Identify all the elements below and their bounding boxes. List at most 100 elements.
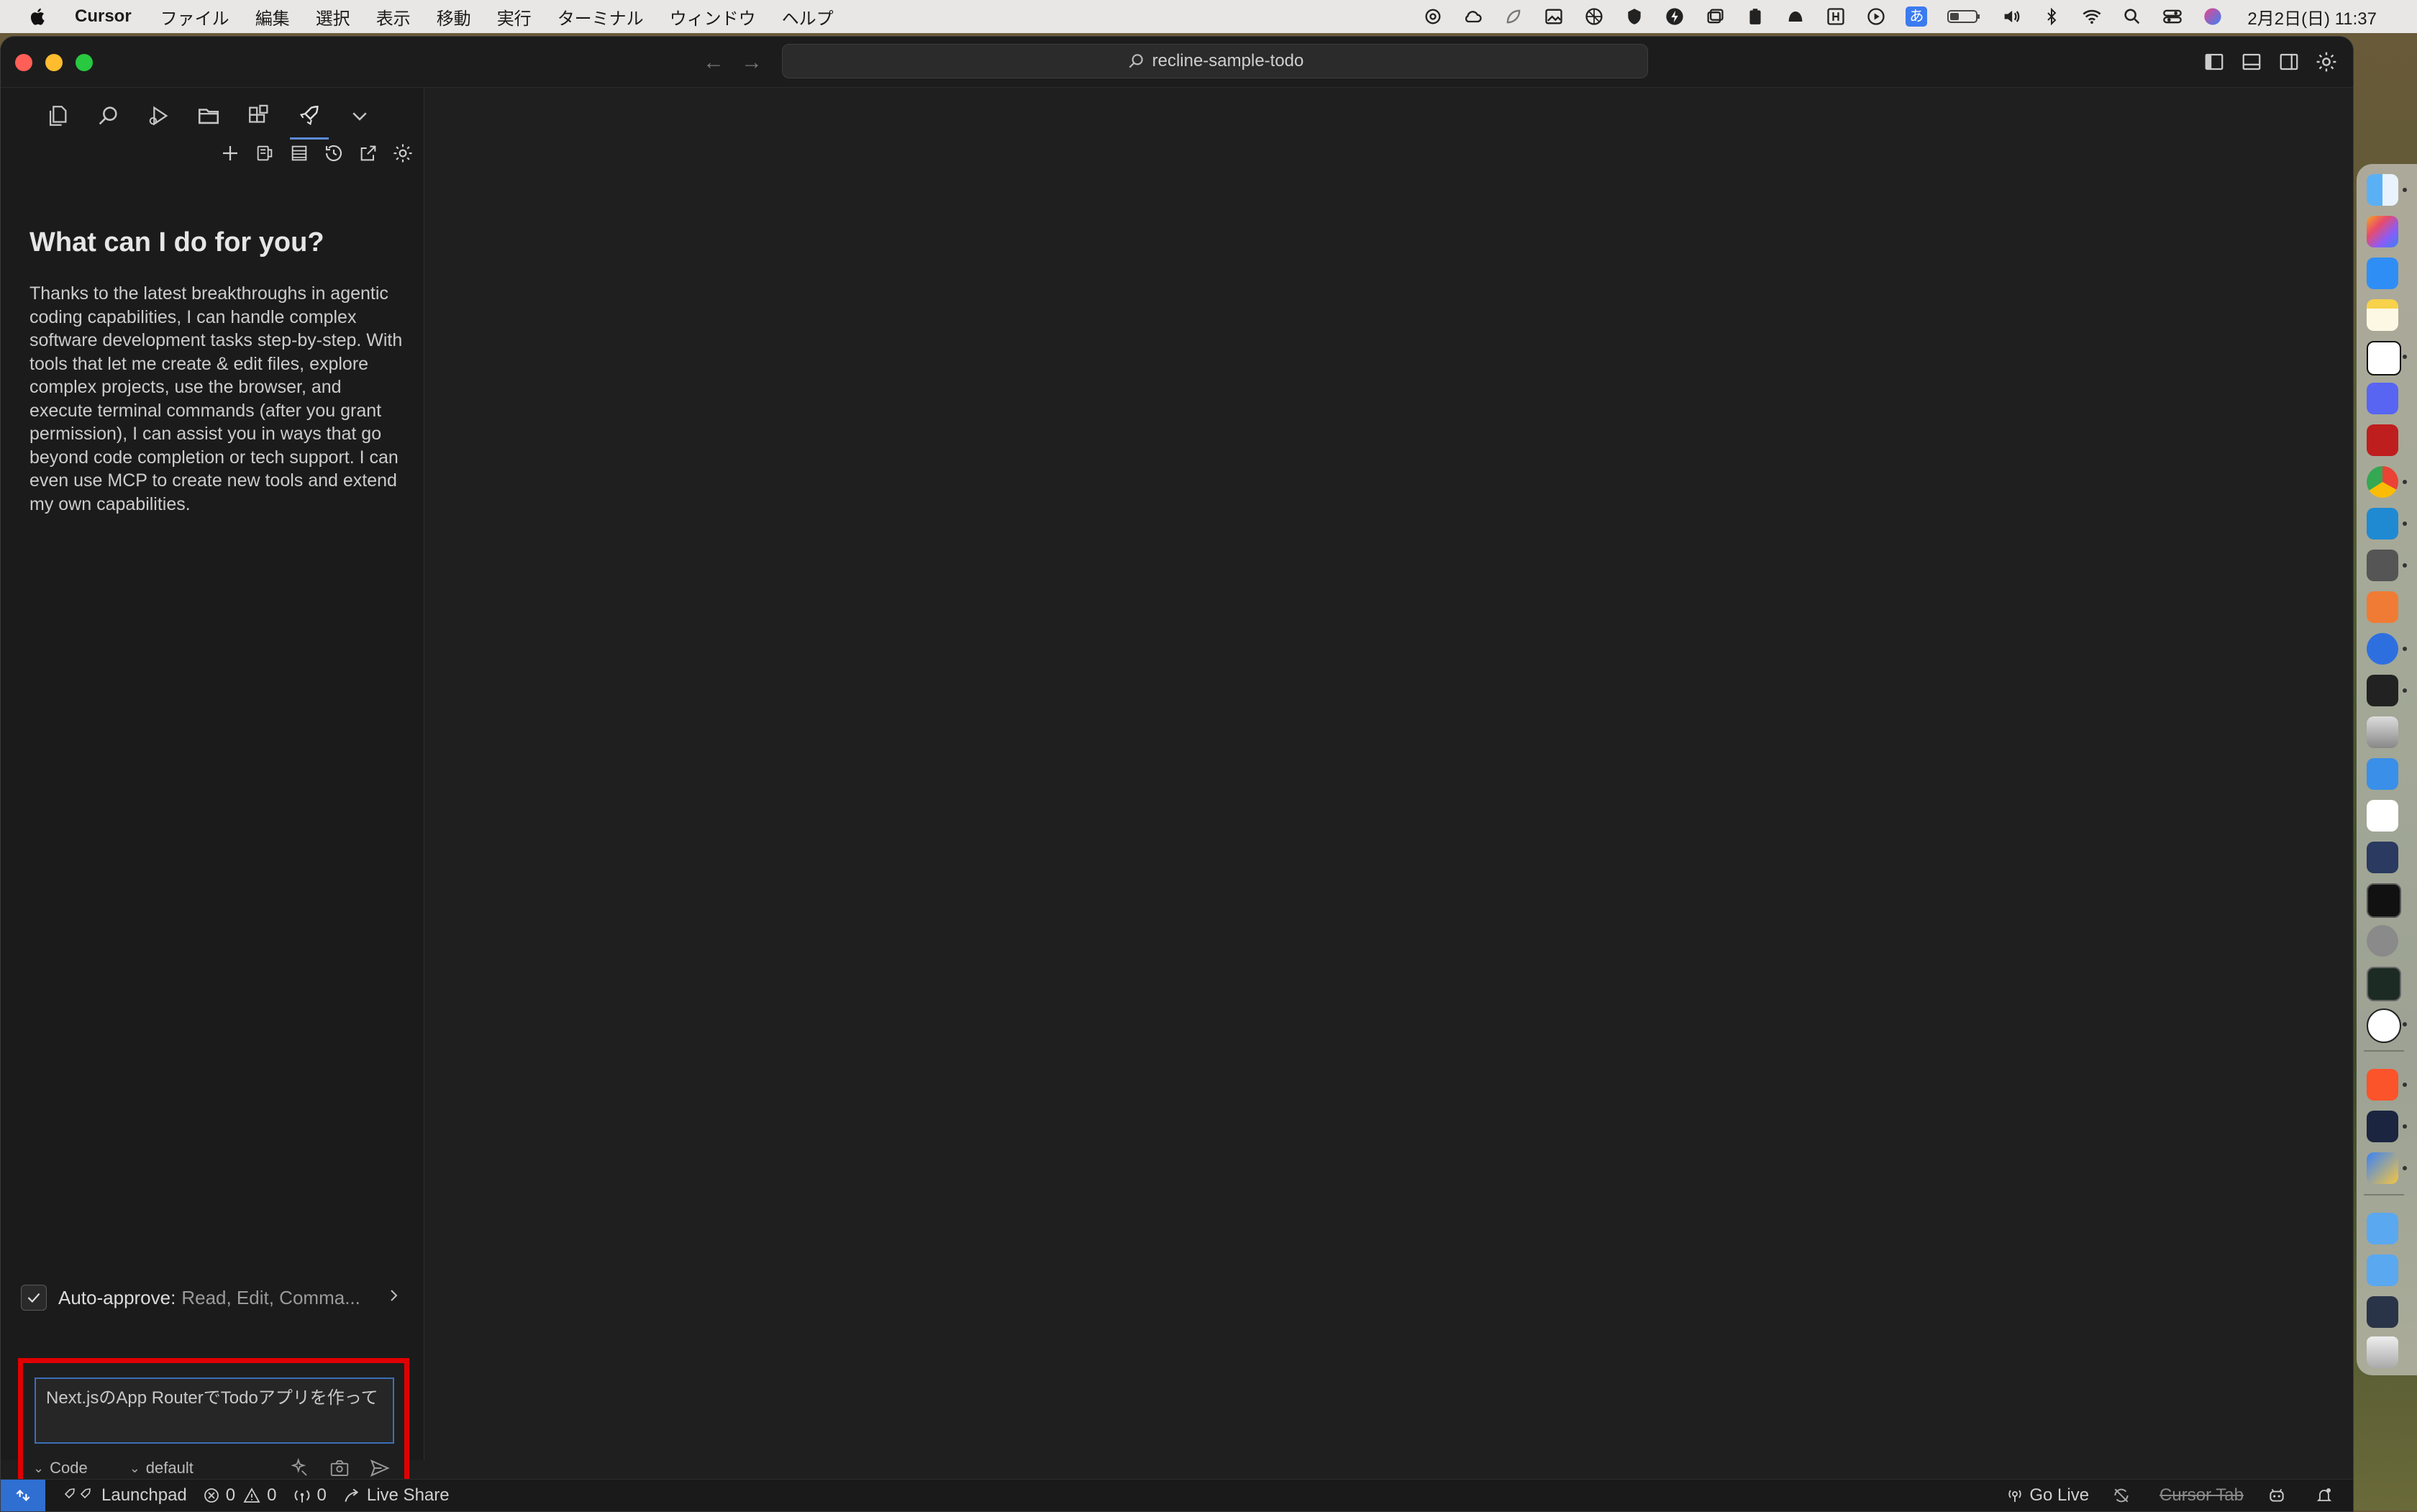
dock-database-icon[interactable] [2367,716,2398,748]
dock-discord-icon[interactable] [2367,383,2398,414]
search-icon[interactable] [91,99,124,132]
dock-brave-icon[interactable] [2367,1069,2398,1101]
toggle-primary-sidebar-icon[interactable] [2202,50,2226,74]
dock-settings-icon[interactable] [2367,925,2398,957]
menu-window[interactable]: ウィンドウ [670,4,756,29]
search-icon[interactable] [2121,6,2143,27]
window-maximize-button[interactable] [76,54,93,71]
settings-gear-icon[interactable] [2314,50,2339,74]
battery-icon[interactable] [1946,6,1982,27]
toggle-secondary-sidebar-icon[interactable] [2277,50,2301,74]
clipboard-icon[interactable] [1744,6,1766,27]
launchpad-status[interactable]: Launchpad [61,1485,187,1506]
dock-maps-pin-icon[interactable] [2367,633,2398,665]
problems-status[interactable]: 0 0 [203,1485,277,1506]
chevron-right-icon[interactable] [385,1287,402,1309]
cursor-tab-status[interactable]: Cursor Tab [2159,1485,2244,1506]
copilot-status[interactable] [2267,1486,2293,1505]
editor-area[interactable] [424,88,2353,1460]
mcp-servers-icon[interactable] [251,140,278,167]
dock-folder-docs-icon[interactable] [2367,1213,2398,1244]
mode-select[interactable]: ⌄ Code [33,1459,88,1477]
auto-approve-row[interactable]: Auto-approve: Read, Edit, Comma... [21,1282,402,1313]
window-close-button[interactable] [15,54,32,71]
menu-help[interactable]: ヘルプ [782,4,834,29]
forward-arrow-icon[interactable]: → [740,51,763,74]
dock-chrome-icon[interactable] [2367,466,2398,498]
cloud-sync-icon[interactable] [1462,6,1484,27]
volume-icon[interactable] [2000,6,2022,27]
play-icon[interactable] [1865,6,1887,27]
window-minimize-button[interactable] [45,54,63,71]
chatgpt-icon[interactable] [1422,6,1444,27]
menu-view[interactable]: 表示 [376,4,411,29]
menu-go[interactable]: 移動 [437,4,471,29]
dock-vscode-icon[interactable] [2367,508,2398,539]
back-arrow-icon[interactable]: ← [702,51,725,74]
more-chevron-icon[interactable] [343,99,376,132]
menu-selection[interactable]: 選択 [316,4,350,29]
menu-file[interactable]: ファイル [160,4,229,29]
camera-icon[interactable] [327,1455,352,1481]
input-method-icon[interactable]: あ [1906,6,1928,27]
dock-sketch-icon[interactable] [2367,591,2398,623]
command-center-search[interactable]: recline-sample-todo [782,44,1648,78]
launchpad-rocket-icon[interactable] [290,99,329,140]
h-box-icon[interactable] [1825,6,1847,27]
dock-reeder-icon[interactable] [2367,1152,2398,1184]
dock-app-store-icon[interactable] [2367,258,2398,289]
new-task-icon[interactable] [217,140,244,167]
dock-simulator-icon[interactable] [2367,842,2398,873]
dock-launchpad-icon[interactable] [2367,216,2398,247]
extensions-icon[interactable] [242,99,276,132]
hat-icon[interactable] [1785,6,1806,27]
explorer-icon[interactable] [41,99,74,132]
history-icon[interactable] [320,140,347,167]
dock-tableplus-icon[interactable] [2367,550,2398,581]
apple-menu-icon[interactable] [27,6,49,27]
bluetooth-icon[interactable] [2041,6,2062,27]
dock-xcode-icon[interactable] [2367,758,2398,790]
send-icon[interactable] [367,1455,393,1481]
image-icon[interactable] [1543,6,1565,27]
folder-icon[interactable] [192,99,225,132]
siri-icon[interactable] [2202,6,2223,27]
wifi-icon[interactable] [2081,6,2103,27]
dock-trash-icon[interactable] [2367,1336,2398,1368]
settings-icon[interactable] [389,140,417,167]
remote-indicator-icon[interactable] [1,1480,45,1511]
dock-chatgpt-icon[interactable] [2367,1008,2401,1043]
app-name-menu[interactable]: Cursor [75,6,132,27]
sync-status[interactable] [2112,1486,2136,1505]
dock-finder-icon[interactable] [2367,174,2398,206]
notifications-status[interactable] [2316,1486,2339,1505]
menu-edit[interactable]: 編集 [255,4,290,29]
toggle-panel-icon[interactable] [2239,50,2264,74]
dock-screenshot-icon[interactable] [2367,1296,2398,1328]
bolt-icon[interactable] [1664,6,1685,27]
window-stack-icon[interactable] [1704,6,1726,27]
auto-approve-checkbox[interactable] [21,1285,47,1311]
dock-app-store-2-icon[interactable] [2367,800,2398,832]
popout-icon[interactable] [355,140,382,167]
menubar-clock[interactable]: 2月2日(日) 11:37 [2247,4,2377,29]
shield-icon[interactable] [1624,6,1645,27]
dock-terminal-icon[interactable] [2367,883,2401,918]
dock-filezilla-icon[interactable] [2367,424,2398,456]
leaf-icon[interactable] [1503,6,1524,27]
dock-folder-apps-icon[interactable] [2367,1254,2398,1286]
menu-terminal[interactable]: ターミナル [557,4,644,29]
profile-select[interactable]: ⌄ default [129,1459,194,1477]
run-debug-icon[interactable] [142,99,175,132]
dock-cursor-icon[interactable] [2367,1111,2398,1142]
grid-icon[interactable] [1583,6,1605,27]
live-share-status[interactable]: Live Share [342,1485,450,1506]
chat-input-field[interactable]: Next.jsのApp RouterでTodoアプリを作って [35,1377,394,1444]
enhance-prompt-icon[interactable] [286,1455,312,1481]
dock-notion-icon[interactable] [2367,341,2401,375]
dock-activity-monitor-icon[interactable] [2367,967,2401,1001]
ports-status[interactable]: 0 [293,1485,327,1506]
dock-notes-icon[interactable] [2367,299,2398,331]
menu-run[interactable]: 実行 [497,4,532,29]
account-icon[interactable] [286,140,313,167]
